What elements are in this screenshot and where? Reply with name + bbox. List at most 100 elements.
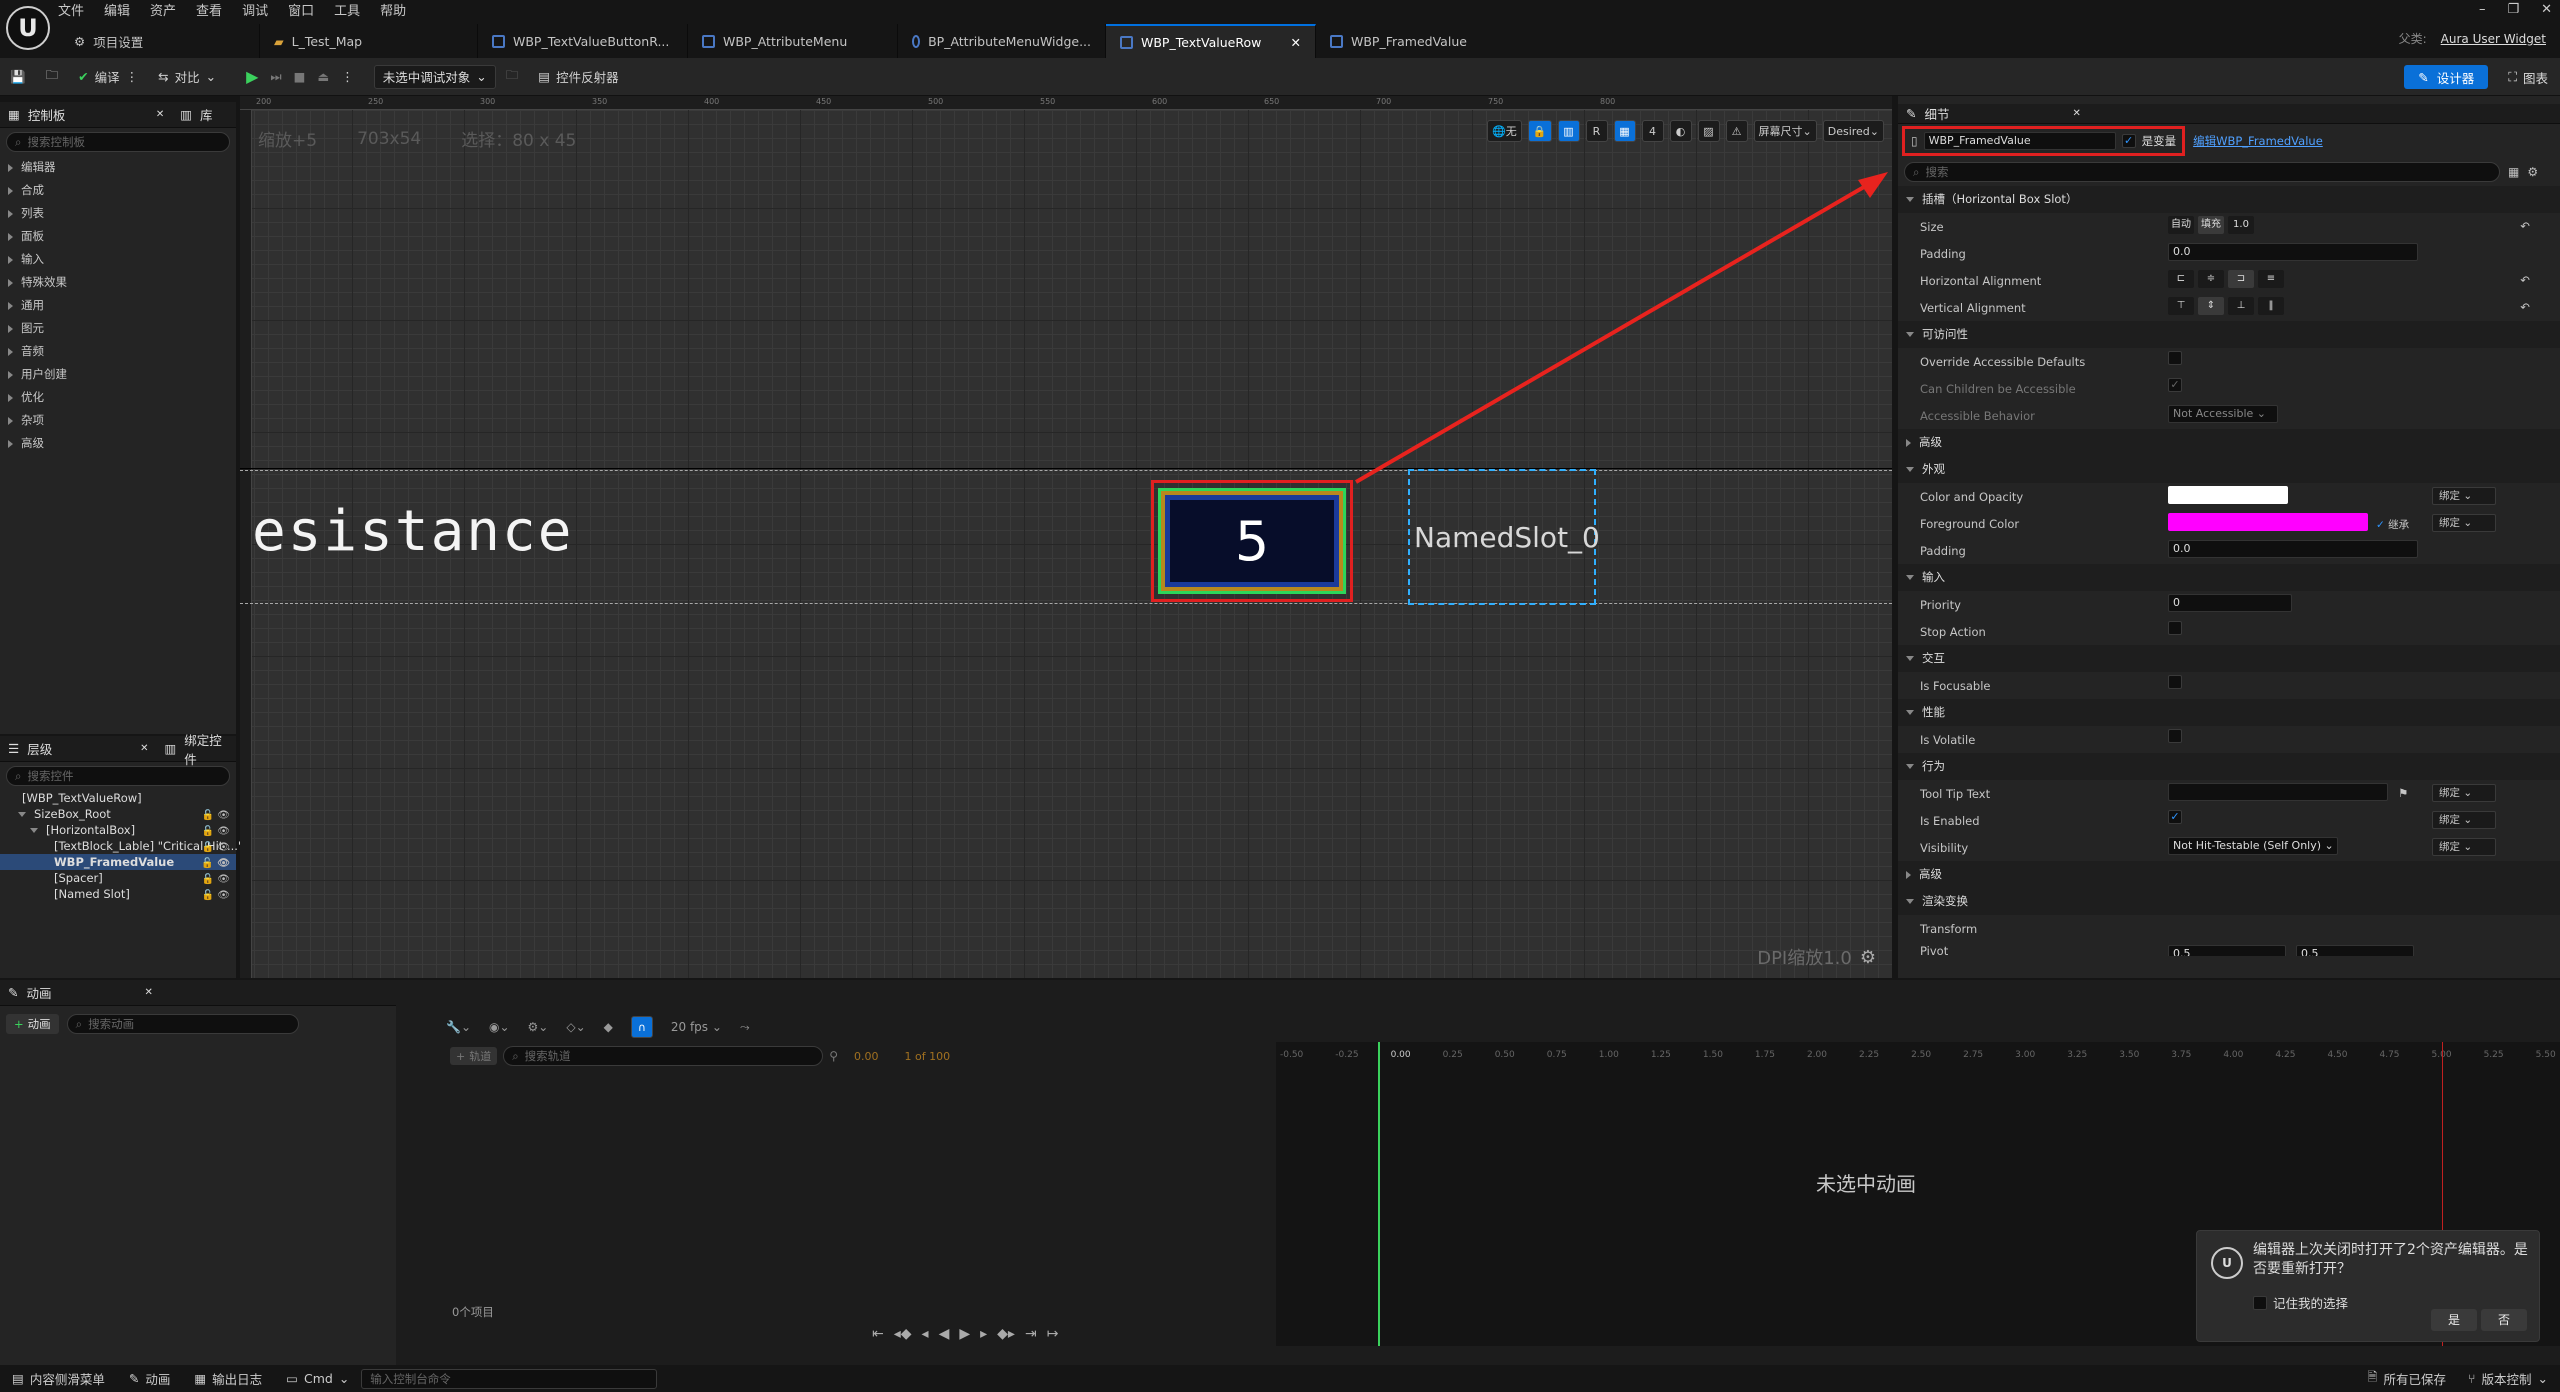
jump-start-icon[interactable]: ⇤: [872, 1326, 884, 1342]
menu-help[interactable]: 帮助: [370, 1, 416, 23]
remember-checkbox[interactable]: [2253, 1295, 2267, 1310]
diff-button[interactable]: ⇆ 对比 ⌄: [148, 58, 226, 96]
flag-icon[interactable]: ⚑: [2398, 786, 2408, 800]
console-input[interactable]: 输入控制台命令: [361, 1368, 658, 1389]
priority-field[interactable]: 0: [2168, 594, 2292, 612]
animation-tab[interactable]: 动画: [26, 983, 136, 1002]
reset-icon[interactable]: ↶: [2520, 300, 2530, 314]
play-icon[interactable]: ▶: [959, 1326, 970, 1342]
tab-wbp-framedvalue[interactable]: WBP_FramedValue: [1316, 24, 1516, 58]
designer-canvas[interactable]: 200 250 300 350 400 450 500 550 600 650 …: [240, 96, 1892, 978]
save-button[interactable]: 💾: [0, 58, 36, 96]
pivot-x-field[interactable]: 0.5: [2168, 945, 2286, 956]
tab-wbp-attributemenu[interactable]: WBP_AttributeMenu: [688, 24, 898, 58]
menu-tools[interactable]: 工具: [324, 1, 370, 23]
graph-mode-button[interactable]: ⛶ 图表: [2508, 68, 2548, 87]
jump-end-icon[interactable]: ⇥: [1025, 1326, 1037, 1342]
curve-icon[interactable]: ⤳: [740, 1020, 750, 1035]
add-track-button[interactable]: + 轨道: [450, 1047, 498, 1065]
step-icon[interactable]: ⏭: [270, 69, 281, 85]
category-composite[interactable]: 合成: [0, 179, 236, 202]
table-view-icon[interactable]: ▦: [2508, 165, 2519, 179]
fg-color-swatch[interactable]: [2168, 513, 2368, 531]
enabled-checkbox[interactable]: ✓: [2168, 810, 2182, 824]
tooltip-field[interactable]: [2168, 783, 2388, 801]
animation-status-button[interactable]: ✎ 动画: [117, 1369, 183, 1388]
parent-class-link[interactable]: Aura User Widget: [2441, 32, 2546, 46]
accessibility-section[interactable]: 可访问性: [1898, 321, 2560, 348]
menu-edit[interactable]: 编辑: [94, 1, 140, 23]
visibility-dropdown[interactable]: Not Hit-Testable (Self Only) ⌄: [2168, 837, 2338, 855]
reset-icon[interactable]: ↶: [2520, 273, 2530, 287]
volatile-checkbox[interactable]: [2168, 729, 2182, 743]
gear-icon[interactable]: ⚙⌄: [528, 1020, 549, 1034]
details-search-input[interactable]: ⌕ 搜索: [1904, 162, 2500, 182]
align-left-icon[interactable]: ⊏: [2168, 270, 2194, 288]
is-variable-checkbox[interactable]: ✓: [2121, 134, 2136, 148]
bind-button[interactable]: 绑定 ⌄: [2432, 487, 2496, 505]
gear-icon[interactable]: ⚙: [2527, 165, 2538, 179]
bind-button[interactable]: 绑定 ⌄: [2432, 514, 2496, 532]
category-special-effects[interactable]: 特殊效果: [0, 271, 236, 294]
close-icon[interactable]: ✕: [2541, 2, 2552, 17]
category-list[interactable]: 列表: [0, 202, 236, 225]
key-icon[interactable]: ◇⌄: [566, 1020, 585, 1034]
cmd-dropdown[interactable]: ▭ Cmd ⌄: [274, 1371, 361, 1386]
tree-item-sizebox[interactable]: SizeBox_Root 🔓 👁: [0, 806, 236, 822]
category-optimization[interactable]: 优化: [0, 386, 236, 409]
no-button[interactable]: 否: [2481, 1309, 2527, 1331]
render-transform-section[interactable]: 渲染变换: [1898, 888, 2560, 915]
fps-dropdown[interactable]: 20 fps ⌄: [671, 1020, 722, 1034]
tree-item-textblock[interactable]: [TextBlock_Lable] "Critical Hit ..." 🔓 👁: [0, 838, 243, 854]
performance-section[interactable]: 性能: [1898, 699, 2560, 726]
widget-reflector-button[interactable]: ▤ 控件反射器: [528, 58, 628, 96]
play-icon[interactable]: ▶: [246, 67, 258, 86]
track-search-input[interactable]: ⌕ 搜索轨道: [503, 1046, 824, 1066]
tab-wbp-textvaluebutton[interactable]: WBP_TextValueButtonR...: [478, 24, 688, 58]
size-auto-button[interactable]: 自动: [2168, 216, 2194, 234]
eye-icon[interactable]: ◉⌄: [489, 1020, 510, 1034]
loop-icon[interactable]: ↦: [1047, 1326, 1059, 1342]
category-misc[interactable]: 杂项: [0, 409, 236, 432]
diamond-icon[interactable]: ◆: [604, 1020, 613, 1034]
align-fill-icon[interactable]: ≡: [2258, 270, 2284, 288]
remember-choice[interactable]: 记住我的选择: [2253, 1293, 2348, 1312]
tree-item-root[interactable]: [WBP_TextValueRow]: [0, 790, 236, 806]
size-fill-button[interactable]: 填充: [2198, 216, 2224, 234]
reset-icon[interactable]: ↶: [2520, 219, 2530, 233]
prev-key-icon[interactable]: ◂◆: [894, 1326, 912, 1342]
behavior-section[interactable]: 行为: [1898, 753, 2560, 780]
tree-item-spacer[interactable]: [Spacer] 🔓 👁: [0, 870, 236, 886]
color-opacity-swatch[interactable]: [2168, 486, 2288, 504]
category-advanced[interactable]: 高级: [0, 432, 236, 455]
pivot-y-field[interactable]: 0.5: [2296, 945, 2414, 956]
library-tab[interactable]: 库: [200, 105, 213, 124]
inherit-toggle[interactable]: ✓ 继承: [2376, 517, 2409, 532]
source-control-button[interactable]: ⑂ 版本控制 ⌄: [2468, 1369, 2548, 1388]
next-frame-icon[interactable]: ▸: [980, 1326, 987, 1342]
focusable-checkbox[interactable]: [2168, 675, 2182, 689]
filter-icon[interactable]: ⚲: [829, 1049, 838, 1063]
compile-button[interactable]: ✔ 编译 ⋮: [68, 58, 148, 96]
designer-mode-button[interactable]: ✎ 设计器: [2404, 65, 2489, 89]
eject-icon[interactable]: ⏏: [317, 69, 329, 84]
next-key-icon[interactable]: ◆▸: [997, 1326, 1015, 1342]
close-tab-icon[interactable]: ✕: [2072, 108, 2080, 119]
menu-view[interactable]: 查看: [186, 1, 232, 23]
tree-item-framedvalue[interactable]: WBP_FramedValue 🔓 👁: [0, 854, 236, 870]
prev-frame-icon[interactable]: ◂: [922, 1326, 929, 1342]
palette-tab[interactable]: 控制板: [28, 105, 148, 124]
padding-field[interactable]: 0.0: [2168, 540, 2418, 558]
tab-bp-attributemenuwidget[interactable]: BP_AttributeMenuWidge...: [898, 24, 1106, 58]
align-middle-icon[interactable]: ⇕: [2198, 297, 2224, 315]
bind-button[interactable]: 绑定 ⌄: [2432, 838, 2496, 856]
close-tab-icon[interactable]: ✕: [140, 743, 148, 754]
align-center-icon[interactable]: ≑: [2198, 270, 2224, 288]
appearance-section[interactable]: 外观: [1898, 456, 2560, 483]
hierarchy-search-input[interactable]: ⌕ 搜索控件: [6, 766, 230, 786]
align-right-icon[interactable]: ⊐: [2228, 270, 2254, 288]
category-panel[interactable]: 面板: [0, 225, 236, 248]
category-audio[interactable]: 音频: [0, 340, 236, 363]
widget-name-field[interactable]: WBP_FramedValue: [1923, 132, 2116, 150]
tree-item-horizontalbox[interactable]: [HorizontalBox] 🔓 👁: [0, 822, 236, 838]
